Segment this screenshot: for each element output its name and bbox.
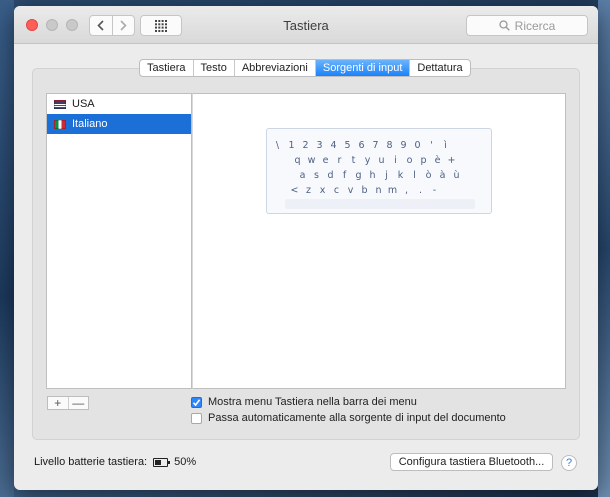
keyboard-key: e bbox=[322, 155, 329, 166]
keyboard-row: asdfghjklòàù bbox=[297, 170, 462, 181]
keyboard-key: u bbox=[378, 155, 385, 166]
source-label: USA bbox=[72, 98, 95, 110]
battery-status: Livello batterie tastiera: 50% bbox=[34, 456, 196, 468]
input-sources-list[interactable]: USA Italiano bbox=[46, 93, 192, 389]
keyboard-key: ù bbox=[453, 170, 460, 181]
help-button[interactable]: ? bbox=[561, 455, 577, 471]
keyboard-key: 8 bbox=[386, 140, 393, 151]
keyboard-key: 5 bbox=[344, 140, 351, 151]
battery-value: 50% bbox=[174, 456, 197, 468]
keyboard-key: q bbox=[294, 155, 301, 166]
add-source-button[interactable]: + bbox=[48, 396, 68, 410]
keyboard-key: h bbox=[369, 170, 376, 181]
keyboard-key: z bbox=[306, 185, 311, 196]
keyboard-key: v bbox=[347, 185, 354, 196]
list-controls: + — bbox=[47, 396, 89, 410]
keyboard-key: b bbox=[361, 185, 368, 196]
keyboard-key: 9 bbox=[400, 140, 407, 151]
keyboard-key: 6 bbox=[358, 140, 365, 151]
preferences-window: Tastiera Ricerca Tastiera Testo Abbreviazi… bbox=[14, 6, 598, 490]
show-menu-checkbox[interactable] bbox=[191, 396, 202, 408]
keyboard-key: 2 bbox=[302, 140, 309, 151]
search-placeholder: Ricerca bbox=[514, 18, 556, 33]
keyboard-key: r bbox=[337, 155, 342, 166]
search-icon bbox=[499, 20, 510, 31]
keyboard-row: q w e r t y u i o p è + bbox=[292, 155, 457, 166]
keyboard-key: i bbox=[394, 155, 397, 166]
title-bar: Tastiera Ricerca bbox=[14, 6, 598, 44]
question-icon: ? bbox=[565, 457, 573, 469]
keyboard-key: a bbox=[299, 170, 306, 181]
remove-source-button[interactable]: — bbox=[67, 396, 89, 410]
source-label: Italiano bbox=[72, 118, 108, 130]
keyboard-key: j bbox=[385, 170, 388, 181]
show-menu-label: Mostra menu Tastiera nella barra dei men… bbox=[208, 396, 417, 408]
keyboard-key: ì bbox=[444, 140, 447, 151]
keyboard-key: < bbox=[290, 185, 299, 196]
desktop-background-right bbox=[598, 0, 610, 497]
keyboard-key: 1 bbox=[288, 140, 295, 151]
tab-bar: Tastiera Testo Abbreviazioni Sorgenti di in… bbox=[139, 59, 471, 77]
space-bar-row bbox=[285, 199, 475, 209]
auto-switch-option[interactable]: Passa automaticamente alla sorgente di i… bbox=[191, 412, 506, 424]
keyboard-row: < z x c v b n m,. - bbox=[289, 185, 440, 196]
keyboard-key: g bbox=[355, 170, 362, 181]
tab-tastiera[interactable]: Tastiera bbox=[140, 60, 193, 76]
keyboard-key: 3 bbox=[316, 140, 323, 151]
keyboard-key: m bbox=[387, 185, 398, 196]
keyboard-key: + bbox=[447, 155, 456, 166]
keyboard-key: w bbox=[307, 155, 316, 166]
keyboard-key: s bbox=[314, 170, 319, 181]
keyboard-key: \ bbox=[275, 140, 280, 151]
keyboard-key: n bbox=[375, 185, 382, 196]
desktop-background-left bbox=[0, 0, 14, 497]
keyboard-key: 0 bbox=[414, 140, 421, 151]
tab-dettatura[interactable]: Dettatura bbox=[409, 60, 469, 76]
tab-sorgenti-di-input[interactable]: Sorgenti di input bbox=[314, 60, 410, 76]
keyboard-key: d bbox=[327, 170, 334, 181]
battery-label: Livello batterie tastiera: bbox=[34, 456, 148, 468]
tab-testo[interactable]: Testo bbox=[192, 60, 234, 76]
show-menu-option[interactable]: Mostra menu Tastiera nella barra dei men… bbox=[191, 396, 417, 408]
keyboard-key: p bbox=[420, 155, 427, 166]
keyboard-key: c bbox=[333, 185, 340, 196]
keyboard-preview-area: \ 1 2 3 4 5 6 7 8 9 0 ' ì q w e r t y u i o p è + a s d f g h j k l ò à ù < z x… bbox=[192, 93, 566, 389]
source-item[interactable]: USA bbox=[47, 94, 191, 114]
flag-icon bbox=[54, 119, 66, 129]
flag-icon bbox=[54, 99, 66, 109]
keyboard-key: l bbox=[413, 170, 416, 181]
auto-switch-checkbox[interactable] bbox=[191, 412, 202, 424]
keyboard-key: 7 bbox=[372, 140, 379, 151]
keyboard-key: x bbox=[319, 185, 326, 196]
keyboard-key: à bbox=[439, 170, 446, 181]
keyboard-key: . bbox=[418, 185, 423, 196]
battery-icon bbox=[153, 457, 171, 467]
auto-switch-label: Passa automaticamente alla sorgente di i… bbox=[208, 412, 506, 424]
tab-abbreviazioni[interactable]: Abbreviazioni bbox=[233, 60, 315, 76]
keyboard-key: 4 bbox=[330, 140, 337, 151]
source-item[interactable]: Italiano bbox=[47, 114, 191, 134]
keyboard-key: o bbox=[406, 155, 413, 166]
keyboard-key: f bbox=[342, 170, 347, 181]
keyboard-key: k bbox=[397, 170, 404, 181]
keyboard-key: ' bbox=[430, 140, 433, 151]
keyboard-key: ò bbox=[425, 170, 432, 181]
keyboard-key: , bbox=[404, 185, 409, 196]
keyboard-key: - bbox=[432, 185, 437, 196]
configure-bluetooth-button[interactable]: Configura tastiera Bluetooth... bbox=[390, 453, 553, 471]
keyboard-key: è bbox=[434, 155, 441, 166]
keyboard-row: \ 1 2 3 4 5 6 7 8 9 0 ' ì bbox=[272, 140, 451, 151]
keyboard-key: t bbox=[351, 155, 356, 166]
checkmark-icon bbox=[192, 398, 201, 406]
search-field[interactable]: Ricerca bbox=[466, 15, 588, 36]
keyboard-layout-image: \ 1 2 3 4 5 6 7 8 9 0 ' ì q w e r t y u i o p è + a s d f g h j k l ò à ù < z x… bbox=[266, 128, 492, 214]
keyboard-key: y bbox=[364, 155, 371, 166]
